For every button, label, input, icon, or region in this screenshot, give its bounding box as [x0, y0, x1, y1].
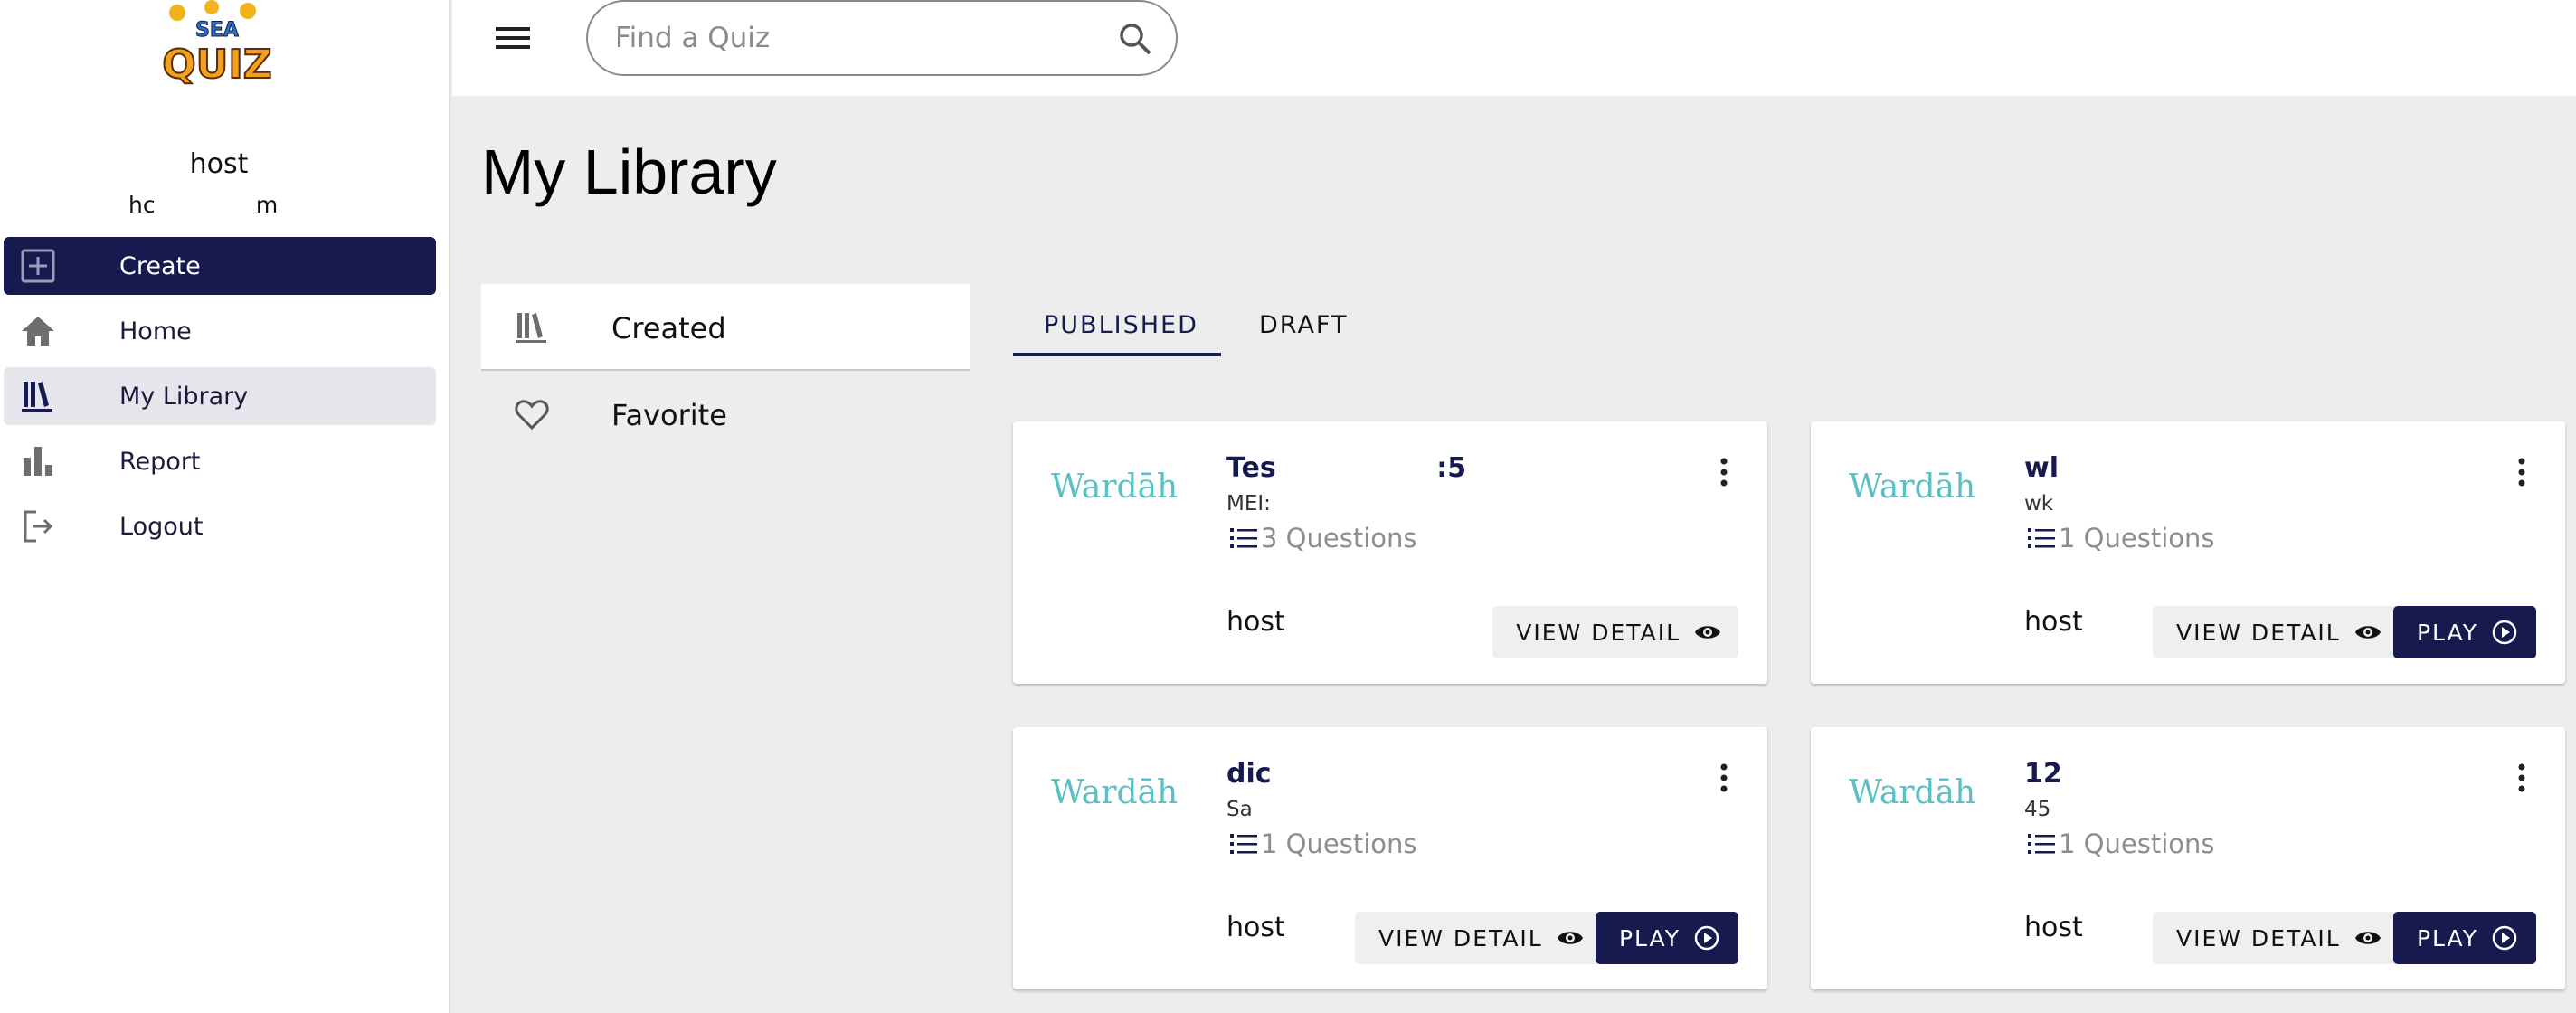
view-detail-button[interactable]: VIEW DETAIL: [1355, 912, 1601, 964]
tab-published[interactable]: PUBLISHED: [1044, 298, 1198, 352]
quiz-thumbnail-brand: Wardāh: [1051, 774, 1179, 811]
question-count-text: 3 Questions: [1261, 523, 1417, 554]
active-tab-indicator: [1013, 353, 1221, 356]
eye-icon: [2354, 932, 2381, 944]
logout-icon: [24, 510, 53, 543]
quiz-title: Tes :5: [1226, 452, 1467, 484]
library-icon: [22, 382, 52, 412]
view-detail-label: VIEW DETAIL: [2176, 619, 2341, 646]
quiz-description: wk: [2024, 492, 2054, 516]
sidebar-nav: Create Home My Library Report Logout: [4, 237, 436, 563]
heart-icon: [515, 400, 549, 431]
quiz-card[interactable]: Wardāh 12 45 1 Questions host VIEW DETAI…: [1811, 727, 2565, 989]
play-circle-icon: [2492, 620, 2517, 645]
sidebar-item-create[interactable]: Create: [4, 237, 436, 295]
eye-icon: [1557, 932, 1583, 944]
hamburger-menu-icon[interactable]: [492, 20, 535, 56]
view-detail-label: VIEW DETAIL: [1516, 619, 1681, 646]
more-options-icon[interactable]: [2514, 760, 2529, 796]
sidebar-item-label: Create: [119, 251, 201, 280]
quiz-author: host: [2024, 912, 2083, 943]
play-button[interactable]: PLAY: [2392, 606, 2536, 658]
sidebar-item-home[interactable]: Home: [4, 302, 436, 360]
quiz-title: wl: [2024, 452, 2059, 484]
more-options-icon[interactable]: [2514, 454, 2529, 490]
add-box-icon: [21, 249, 55, 283]
play-button[interactable]: PLAY: [1595, 912, 1738, 964]
question-count: 3 Questions: [1226, 523, 1417, 554]
filter-label: Created: [611, 311, 726, 346]
more-options-icon[interactable]: [1717, 454, 1731, 490]
play-circle-icon: [1694, 925, 1719, 951]
play-circle-icon: [2492, 925, 2517, 951]
view-detail-label: VIEW DETAIL: [2176, 924, 2341, 951]
sidebar-item-label: Home: [119, 317, 192, 346]
bar-chart-icon: [24, 447, 52, 476]
more-options-icon[interactable]: [1717, 760, 1731, 796]
quiz-thumbnail-brand: Wardāh: [1849, 469, 1976, 506]
search-input[interactable]: [615, 16, 1103, 60]
view-detail-button[interactable]: VIEW DETAIL: [2153, 912, 2399, 964]
question-count-text: 1 Questions: [1261, 828, 1417, 859]
user-email: hc m: [128, 192, 279, 218]
quiz-thumbnail-brand: Wardāh: [1051, 469, 1179, 506]
page-title: My Library: [481, 137, 777, 207]
question-count-text: 1 Questions: [2059, 523, 2215, 554]
question-count: 1 Questions: [2024, 523, 2215, 554]
user-name: host: [189, 148, 249, 180]
library-icon: [516, 313, 546, 343]
svg-text:QUIZ: QUIZ: [162, 42, 271, 87]
sea-quiz-logo[interactable]: SEA QUIZ: [159, 0, 275, 87]
quiz-description: MEI:: [1226, 492, 1271, 516]
tab-draft[interactable]: DRAFT: [1259, 298, 1348, 352]
list-icon: [1230, 528, 1257, 548]
quiz-author: host: [1226, 606, 1285, 638]
play-label: PLAY: [1618, 924, 1681, 951]
filter-created[interactable]: Created: [481, 284, 970, 371]
search-box: [586, 0, 1178, 76]
sidebar-item-my-library[interactable]: My Library: [4, 367, 436, 425]
filter-favorite[interactable]: Favorite: [481, 371, 970, 458]
sidebar-item-label: Report: [119, 447, 201, 476]
question-count-text: 1 Questions: [2059, 828, 2215, 859]
quiz-card[interactable]: Wardāh Tes :5 MEI: 3 Questions host VIEW…: [1013, 421, 1767, 684]
quiz-title: dic: [1226, 758, 1272, 790]
quiz-description: 45: [2024, 798, 2051, 821]
question-count: 1 Questions: [1226, 828, 1417, 859]
sidebar-item-logout[interactable]: Logout: [4, 497, 436, 555]
play-label: PLAY: [2416, 924, 2478, 951]
sidebar-item-report[interactable]: Report: [4, 432, 436, 490]
sidebar-item-label: My Library: [119, 382, 249, 411]
quiz-author: host: [2024, 606, 2083, 638]
top-bar: [452, 0, 2576, 96]
home-icon: [22, 317, 54, 346]
sidebar: SEA QUIZ host hc m Create Home My Librar…: [0, 0, 450, 1013]
quiz-description: Sa: [1226, 798, 1253, 821]
quiz-title: 12: [2024, 758, 2062, 790]
view-detail-button[interactable]: VIEW DETAIL: [2153, 606, 2399, 658]
quiz-author: host: [1226, 912, 1285, 943]
question-count: 1 Questions: [2024, 828, 2215, 859]
library-filter-menu: Created Favorite: [481, 284, 970, 458]
view-detail-label: VIEW DETAIL: [1378, 924, 1543, 951]
play-label: PLAY: [2416, 619, 2478, 646]
quiz-thumbnail-brand: Wardāh: [1849, 774, 1976, 811]
list-icon: [2028, 834, 2055, 854]
search-icon[interactable]: [1116, 20, 1154, 58]
list-icon: [2028, 528, 2055, 548]
quiz-card[interactable]: Wardāh dic Sa 1 Questions host VIEW DETA…: [1013, 727, 1767, 989]
svg-text:SEA: SEA: [195, 19, 239, 42]
view-detail-button[interactable]: VIEW DETAIL: [1492, 606, 1738, 658]
play-button[interactable]: PLAY: [2392, 912, 2536, 964]
sidebar-item-label: Logout: [119, 512, 204, 541]
eye-icon: [2354, 626, 2381, 639]
eye-icon: [1695, 626, 1720, 639]
list-icon: [1230, 834, 1257, 854]
quiz-card[interactable]: Wardāh wl wk 1 Questions host VIEW DETAI…: [1811, 421, 2565, 684]
filter-label: Favorite: [611, 398, 727, 432]
